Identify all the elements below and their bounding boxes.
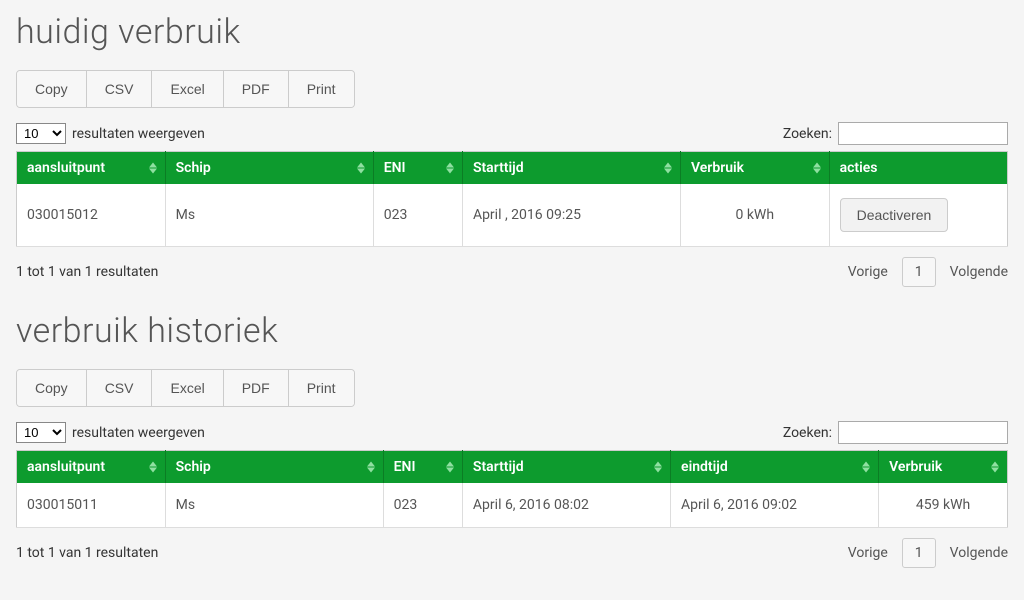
sort-icon [862, 462, 870, 473]
length-select-current[interactable]: 10 25 50 100 [16, 123, 66, 144]
sort-icon [446, 462, 454, 473]
col-schip[interactable]: Schip [165, 451, 383, 484]
search-control-history: Zoeken: [783, 421, 1008, 444]
cell-aansluitpunt: 030015012 [17, 184, 166, 247]
cell-eindtijd: April 6, 2016 09:02 [671, 483, 879, 528]
col-verbruik[interactable]: Verbruik [680, 152, 829, 185]
export-csv-button[interactable]: CSV [87, 370, 153, 406]
export-copy-button[interactable]: Copy [17, 71, 87, 107]
export-excel-button[interactable]: Excel [152, 370, 223, 406]
export-copy-button[interactable]: Copy [17, 370, 87, 406]
paginator-history: Vorige 1 Volgende [848, 538, 1008, 568]
export-print-button[interactable]: Print [289, 71, 354, 107]
sort-icon [991, 462, 999, 473]
col-eindtijd[interactable]: eindtijd [671, 451, 879, 484]
sort-icon [813, 163, 821, 174]
section-title-history: verbruik historiek [16, 311, 1008, 351]
sort-icon [664, 163, 672, 174]
cell-schip: Ms [165, 184, 373, 247]
col-eni[interactable]: ENI [373, 152, 462, 185]
col-aansluitpunt[interactable]: aansluitpunt [17, 451, 166, 484]
page-number[interactable]: 1 [902, 538, 936, 568]
page-number[interactable]: 1 [902, 257, 936, 287]
cell-eni: 023 [373, 184, 462, 247]
cell-verbruik: 459 kWh [879, 483, 1008, 528]
col-aansluitpunt[interactable]: aansluitpunt [17, 152, 166, 185]
search-input-current[interactable] [838, 122, 1008, 145]
cell-acties: Deactiveren [829, 184, 1007, 247]
deactivate-button[interactable]: Deactiveren [840, 198, 949, 232]
length-control-history: 10 25 50 100 resultaten weergeven [16, 422, 205, 443]
next-page-button[interactable]: Volgende [950, 264, 1008, 280]
cell-schip: Ms [165, 483, 383, 528]
section-title-current: huidig verbruik [16, 12, 1008, 52]
cell-eni: 023 [383, 483, 462, 528]
length-suffix: resultaten weergeven [72, 126, 205, 142]
prev-page-button[interactable]: Vorige [848, 545, 888, 561]
table-history: aansluitpunt Schip ENI [16, 450, 1008, 528]
sort-icon [149, 462, 157, 473]
export-print-button[interactable]: Print [289, 370, 354, 406]
prev-page-button[interactable]: Vorige [848, 264, 888, 280]
table-info-history: 1 tot 1 van 1 resultaten [16, 545, 158, 561]
col-eni[interactable]: ENI [383, 451, 462, 484]
length-suffix: resultaten weergeven [72, 425, 205, 441]
table-info-current: 1 tot 1 van 1 resultaten [16, 264, 158, 280]
col-verbruik[interactable]: Verbruik [879, 451, 1008, 484]
table-row: 030015012 Ms 023 April , 2016 09:25 0 kW… [17, 184, 1008, 247]
export-bar-current: Copy CSV Excel PDF Print [16, 70, 355, 108]
export-pdf-button[interactable]: PDF [224, 370, 289, 406]
length-select-history[interactable]: 10 25 50 100 [16, 422, 66, 443]
search-input-history[interactable] [838, 421, 1008, 444]
search-control-current: Zoeken: [783, 122, 1008, 145]
cell-starttijd: April 6, 2016 08:02 [462, 483, 670, 528]
search-label: Zoeken: [783, 425, 832, 441]
sort-icon [446, 163, 454, 174]
sort-icon [149, 163, 157, 174]
col-acties: acties [829, 152, 1007, 185]
export-bar-history: Copy CSV Excel PDF Print [16, 369, 355, 407]
export-csv-button[interactable]: CSV [87, 71, 153, 107]
paginator-current: Vorige 1 Volgende [848, 257, 1008, 287]
sort-icon [357, 163, 365, 174]
col-schip[interactable]: Schip [165, 152, 373, 185]
table-current: aansluitpunt Schip ENI [16, 151, 1008, 247]
cell-verbruik: 0 kWh [680, 184, 829, 247]
sort-icon [654, 462, 662, 473]
cell-aansluitpunt: 030015011 [17, 483, 166, 528]
search-label: Zoeken: [783, 126, 832, 142]
table-row: 030015011 Ms 023 April 6, 2016 08:02 Apr… [17, 483, 1008, 528]
col-starttijd[interactable]: Starttijd [462, 451, 670, 484]
export-excel-button[interactable]: Excel [152, 71, 223, 107]
col-starttijd[interactable]: Starttijd [462, 152, 680, 185]
cell-starttijd: April , 2016 09:25 [462, 184, 680, 247]
next-page-button[interactable]: Volgende [950, 545, 1008, 561]
export-pdf-button[interactable]: PDF [224, 71, 289, 107]
length-control-current: 10 25 50 100 resultaten weergeven [16, 123, 205, 144]
sort-icon [367, 462, 375, 473]
